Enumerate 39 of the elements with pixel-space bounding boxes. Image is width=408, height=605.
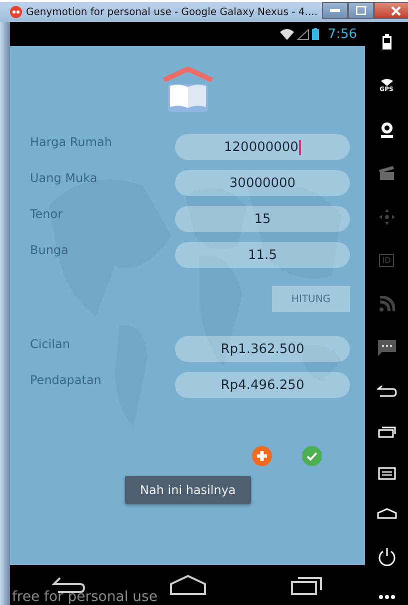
signal-icon (296, 28, 309, 40)
maximize-button[interactable] (348, 2, 374, 19)
input-field[interactable]: 30000000 (175, 170, 350, 196)
app-logo-icon (10, 6, 22, 18)
home-icon[interactable] (169, 575, 208, 595)
chat-icon[interactable] (378, 340, 396, 356)
result-label: Pendapatan (30, 372, 102, 387)
input-field[interactable]: 15 (175, 206, 350, 232)
minimize-icon (330, 8, 340, 12)
watermark-text: free for personal use (12, 589, 158, 605)
window-title: Genymotion for personal use - Google Galaxy Nexus - 4.... (26, 6, 318, 18)
close-icon (390, 6, 401, 16)
close-button[interactable] (374, 2, 408, 19)
power-icon[interactable] (378, 548, 396, 566)
recent-apps-icon[interactable] (291, 575, 324, 595)
house-book-icon (160, 66, 214, 112)
input-field[interactable]: 11.5 (175, 242, 350, 268)
field-label: Bunga (30, 242, 68, 257)
clock: 7:56 (328, 26, 357, 42)
recent-apps-icon[interactable] (378, 426, 396, 438)
clapperboard-icon[interactable] (378, 166, 394, 180)
result-field: Rp1.362.500 (175, 336, 350, 362)
battery-icon (312, 28, 319, 40)
input-field[interactable]: 120000000 (175, 134, 350, 160)
field-label: Tenor (30, 206, 63, 221)
maximize-icon (356, 6, 366, 15)
toast-message: Nah ini hasilnya (125, 476, 251, 504)
webcam-icon[interactable] (380, 122, 394, 138)
add-icon[interactable] (252, 446, 272, 466)
menu-icon[interactable] (378, 466, 396, 480)
battery-icon[interactable] (382, 34, 392, 50)
wifi-icon (280, 28, 294, 40)
more-icon[interactable] (378, 594, 394, 599)
field-label: Uang Muka (30, 170, 98, 185)
check-icon[interactable] (302, 446, 322, 466)
result-field: Rp4.496.250 (175, 372, 350, 398)
minimize-button[interactable] (322, 2, 348, 19)
field-label: Harga Rumah (30, 134, 112, 149)
result-label: Cicilan (30, 336, 70, 351)
